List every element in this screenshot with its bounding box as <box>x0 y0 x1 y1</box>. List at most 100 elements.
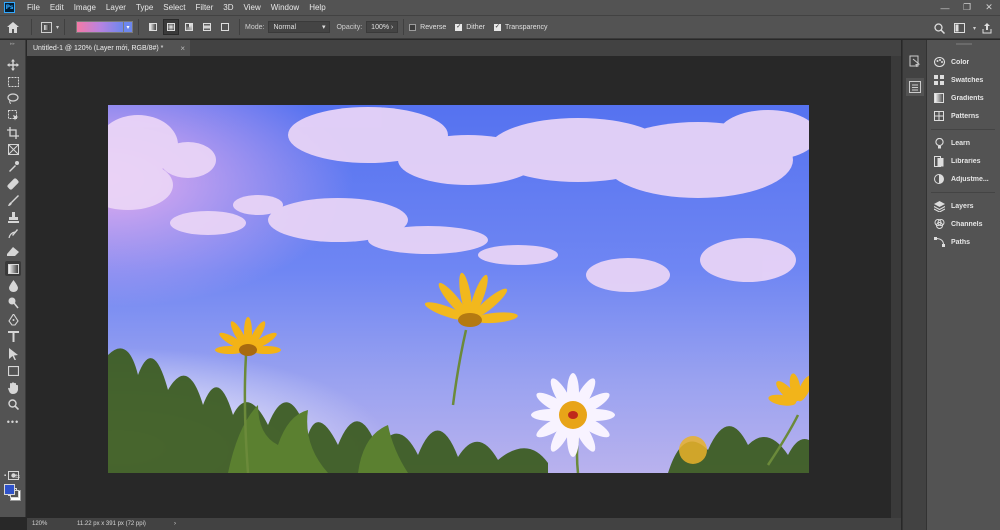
panel-tab-gradients[interactable]: Gradients <box>927 89 1000 107</box>
gradient-picker-chevron-icon[interactable]: ▾ <box>124 21 134 33</box>
opacity-label: Opacity: <box>336 23 363 31</box>
layers-icon <box>933 200 945 212</box>
transparency-checkbox[interactable]: ✓ Transparency <box>493 23 547 31</box>
type-tool[interactable] <box>5 329 21 344</box>
panel-tab-channels[interactable]: Channels <box>927 215 1000 233</box>
dodge-tool[interactable] <box>5 295 21 310</box>
properties-panel-button[interactable] <box>906 78 924 96</box>
menu-filter[interactable]: Filter <box>191 0 219 15</box>
dither-checkbox-box[interactable]: ✓ <box>455 23 463 31</box>
menu-window[interactable]: Window <box>266 0 304 15</box>
brush-tool[interactable] <box>5 193 21 208</box>
menu-type[interactable]: Type <box>131 0 158 15</box>
search-button[interactable] <box>931 20 949 36</box>
menu-edit[interactable]: Edit <box>45 0 69 15</box>
panel-tab-learn[interactable]: Learn <box>927 134 1000 152</box>
frame-tool[interactable] <box>5 142 21 157</box>
panel-grip[interactable] <box>927 40 1000 48</box>
object-select-icon <box>7 110 18 121</box>
panel-tab-swatches[interactable]: Swatches <box>927 71 1000 89</box>
object-select-tool[interactable] <box>5 108 21 123</box>
panel-label-patterns: Patterns <box>951 112 980 120</box>
opacity-field[interactable]: 100% › <box>366 21 399 33</box>
home-button[interactable] <box>0 16 26 38</box>
marquee-tool[interactable] <box>5 74 21 89</box>
canvas-workspace[interactable] <box>27 56 891 518</box>
reflected-gradient-button[interactable] <box>199 19 215 35</box>
menu-bar: Ps File Edit Image Layer Type Select Fil… <box>0 0 1000 15</box>
panel-tab-color[interactable]: Color <box>927 53 1000 71</box>
frame-icon <box>7 144 19 155</box>
menu-layer[interactable]: Layer <box>101 0 131 15</box>
gradient-editor-swatch[interactable] <box>76 21 125 33</box>
eyedropper-icon <box>8 161 19 172</box>
history-brush-tool[interactable] <box>5 227 21 242</box>
dither-checkbox[interactable]: ✓ Dither <box>455 23 485 31</box>
crop-tool[interactable] <box>5 125 21 140</box>
panel-divider <box>931 129 995 130</box>
healing-tool[interactable] <box>5 176 21 191</box>
panel-label-libraries: Libraries <box>951 157 981 165</box>
tab-close-icon[interactable]: × <box>180 44 185 53</box>
restore-button[interactable]: ❐ <box>956 0 978 15</box>
path-select-tool[interactable] <box>5 346 21 361</box>
menu-view[interactable]: View <box>239 0 266 15</box>
share-button[interactable] <box>978 20 996 36</box>
status-bar: 120% 11.22 px x 391 px (72 ppi) › <box>27 518 901 530</box>
document-canvas[interactable] <box>108 105 809 473</box>
transparency-checkbox-box[interactable]: ✓ <box>493 23 501 31</box>
foreground-color-swatch[interactable] <box>4 484 15 495</box>
panel-tab-patterns[interactable]: Patterns <box>927 107 1000 125</box>
linear-gradient-button[interactable] <box>145 19 161 35</box>
history-brush-icon <box>8 229 18 239</box>
panel-label-learn: Learn <box>951 139 971 147</box>
blur-tool[interactable] <box>5 278 21 293</box>
panel-tab-libraries[interactable]: Libraries <box>927 152 1000 170</box>
reverse-checkbox-box[interactable] <box>409 23 417 31</box>
stamp-tool[interactable] <box>5 210 21 225</box>
paths-icon <box>933 236 945 248</box>
menu-help[interactable]: Help <box>304 0 330 15</box>
menu-file[interactable]: File <box>22 0 45 15</box>
panel-label-layers: Layers <box>951 202 974 210</box>
angle-gradient-button[interactable] <box>181 19 197 35</box>
workspace-button[interactable] <box>951 20 969 36</box>
vertical-scrollbar[interactable] <box>891 56 901 518</box>
panel-tab-paths[interactable]: Paths <box>927 233 1000 251</box>
quick-mask-icon <box>7 471 19 480</box>
home-icon <box>7 21 19 33</box>
menu-image[interactable]: Image <box>69 0 101 15</box>
mode-dropdown[interactable]: Normal ▾ <box>268 21 331 33</box>
radial-gradient-button[interactable] <box>163 19 180 35</box>
reverse-checkbox[interactable]: Reverse <box>409 23 446 31</box>
color-palette-icon <box>933 56 945 68</box>
chevron-down-icon[interactable]: ▾ <box>973 25 976 32</box>
panel-tab-adjustments[interactable]: Adjustme... <box>927 170 1000 188</box>
crop-icon <box>7 126 19 139</box>
panel-grip[interactable]: ▸▸ <box>0 40 25 48</box>
menu-3d[interactable]: 3D <box>218 0 238 15</box>
zoom-level-field[interactable]: 120% <box>27 521 57 527</box>
zoom-tool[interactable] <box>5 397 21 412</box>
move-tool[interactable] <box>5 57 21 72</box>
history-panel-button[interactable] <box>906 52 924 70</box>
more-tools-button[interactable]: ••• <box>5 414 21 429</box>
diamond-gradient-button[interactable] <box>217 19 233 35</box>
gradient-tool[interactable] <box>5 261 21 276</box>
eraser-tool[interactable] <box>5 244 21 259</box>
minimize-button[interactable]: — <box>934 0 956 15</box>
menu-select[interactable]: Select <box>158 0 190 15</box>
status-menu-chevron-icon[interactable]: › <box>174 521 176 527</box>
pen-tool[interactable] <box>5 312 21 327</box>
tool-preset-picker[interactable]: ▾ <box>41 21 59 33</box>
eyedropper-tool[interactable] <box>5 159 21 174</box>
document-tab[interactable]: Untitled-1 @ 120% (Layer mới, RGB/8#) * … <box>27 40 190 56</box>
quick-mask-button[interactable] <box>5 468 21 483</box>
hand-tool[interactable] <box>5 380 21 395</box>
panel-label-swatches: Swatches <box>951 76 984 84</box>
rectangle-tool[interactable] <box>5 363 21 378</box>
lasso-tool[interactable] <box>5 91 21 106</box>
close-button[interactable]: ✕ <box>978 0 1000 15</box>
gradient-tool-preset-icon <box>41 21 52 33</box>
panel-tab-layers[interactable]: Layers <box>927 197 1000 215</box>
